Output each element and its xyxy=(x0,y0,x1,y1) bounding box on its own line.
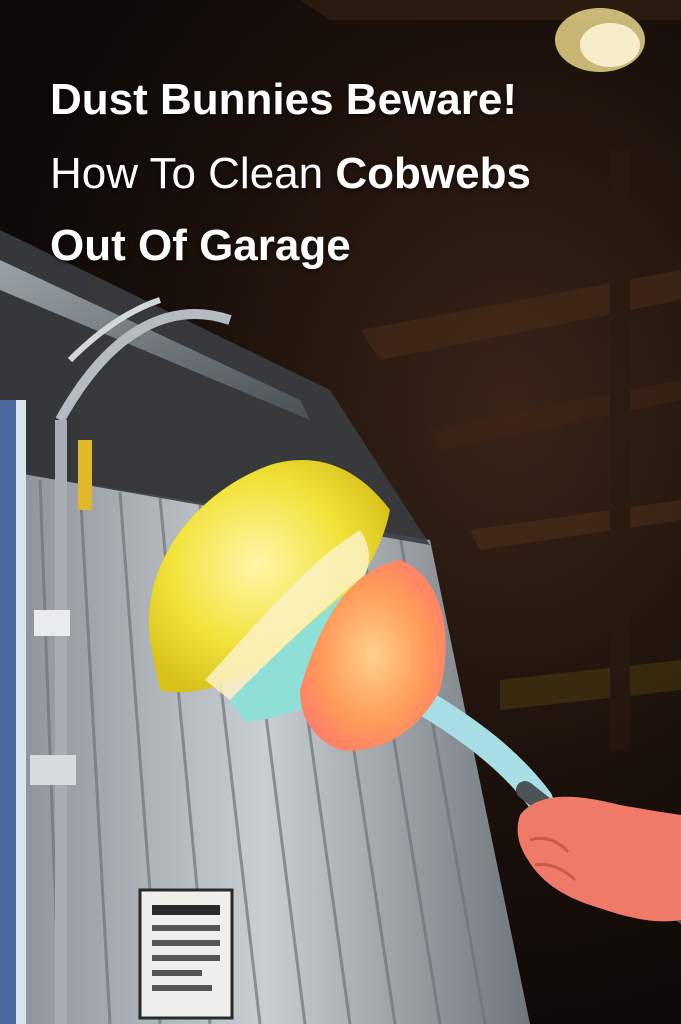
headline-line-2: How To Clean Cobwebs xyxy=(50,152,670,196)
headline-line-2-light: How To Clean xyxy=(50,149,336,198)
hand xyxy=(517,796,681,922)
garage-scene: Dust Bunnies Beware! How To Clean Cobweb… xyxy=(0,0,681,1024)
headline-line-1: Dust Bunnies Beware! xyxy=(50,75,517,124)
ceiling-light xyxy=(555,8,645,72)
headline-line-3: Out Of Garage xyxy=(50,221,351,270)
door-warning-label xyxy=(138,888,234,1020)
headline-line-2-bold: Cobwebs xyxy=(335,149,531,198)
headline: Dust Bunnies Beware! How To Clean Cobweb… xyxy=(50,78,670,268)
